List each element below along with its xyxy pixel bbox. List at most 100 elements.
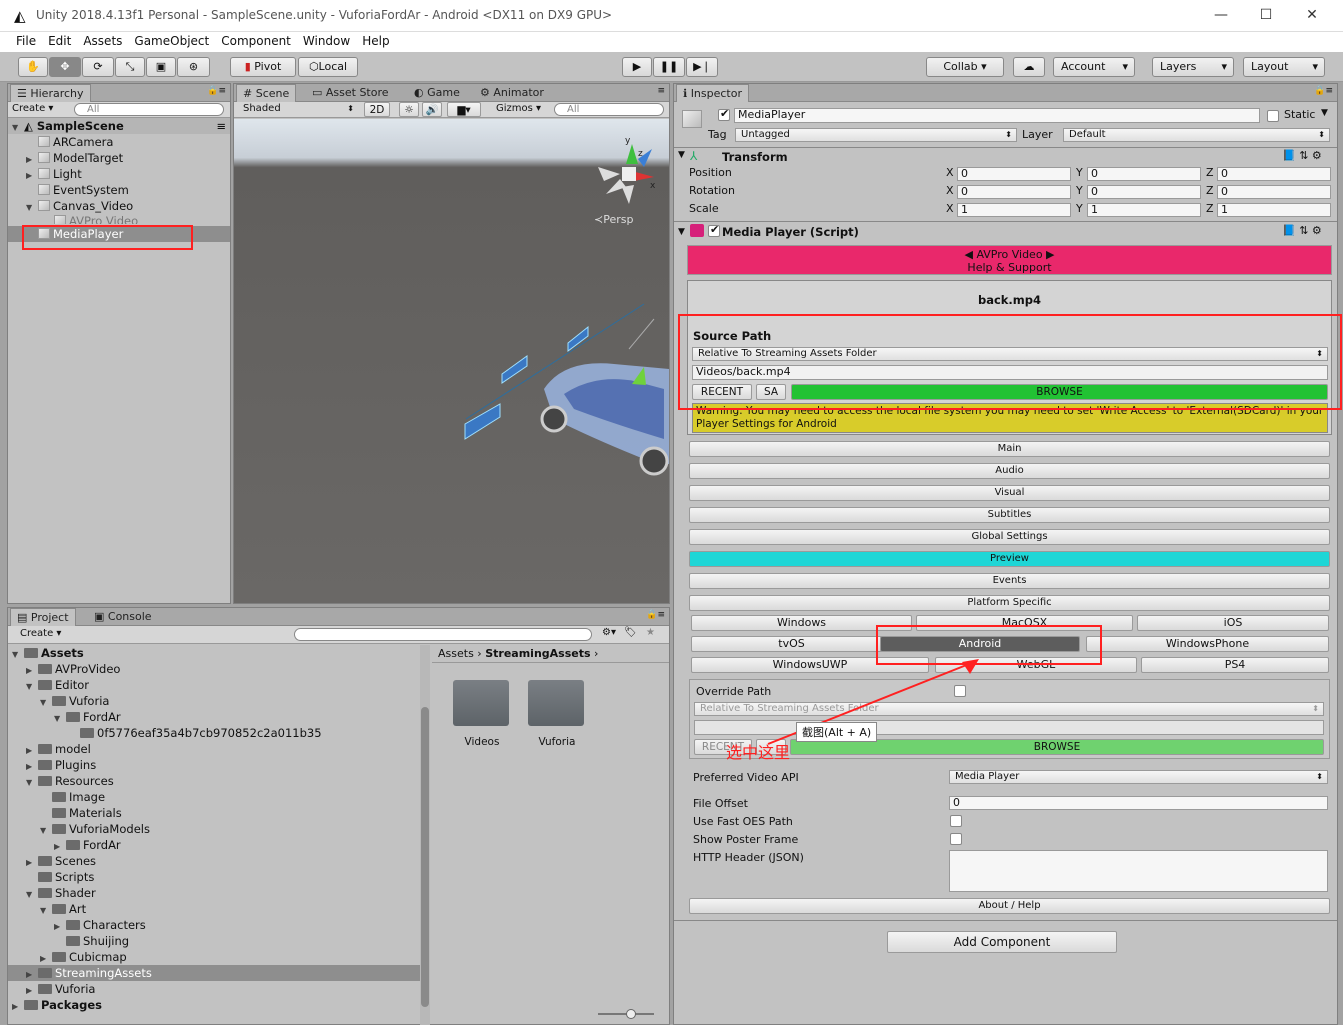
expand-icon[interactable]: ▼	[40, 695, 52, 711]
expand-icon[interactable]: ▼	[678, 150, 685, 160]
scene-viewport[interactable]: y z x ≺Persp	[234, 119, 669, 603]
script-enabled-checkbox[interactable]: ✔	[708, 223, 720, 237]
expand-icon[interactable]: ▼	[40, 903, 52, 919]
project-tree-item[interactable]: ▶ FordAr	[8, 837, 420, 853]
file-offset-input[interactable]: 0	[949, 796, 1328, 810]
transform-rotation-z-input[interactable]: 0	[1217, 185, 1331, 199]
audio-toggle-icon[interactable]: 🔊	[422, 102, 442, 117]
transform-position-x-input[interactable]: 0	[957, 167, 1071, 181]
tag-dropdown[interactable]: Untagged	[735, 128, 1017, 142]
lock-icon[interactable]: 🔒≡	[207, 86, 226, 96]
breadcrumb-assets[interactable]: Assets	[438, 647, 474, 660]
scene-search-input[interactable]: All	[554, 103, 664, 116]
folder-tile[interactable]: Vuforia	[528, 680, 586, 748]
project-tree-item[interactable]: ▼ Editor	[8, 677, 420, 693]
account-dropdown[interactable]: Account ▾	[1053, 57, 1135, 77]
about-help-button[interactable]: About / Help	[689, 898, 1330, 914]
project-tree-item[interactable]: ▶ Packages	[8, 997, 420, 1013]
hierarchy-item[interactable]: ▶ Light	[8, 166, 230, 182]
project-tree-item[interactable]: Scripts	[8, 869, 420, 885]
move-tool-icon[interactable]: ✥	[49, 57, 81, 77]
minimize-button[interactable]: —	[1199, 4, 1243, 28]
filter-type-icon[interactable]: ⚙▾	[602, 627, 616, 638]
step-button[interactable]: ▶❘	[686, 57, 718, 77]
filter-label-icon[interactable]: 🏷	[624, 627, 637, 638]
tab-console[interactable]: ▣ Console	[88, 608, 158, 626]
expand-icon[interactable]: ▼	[26, 775, 38, 791]
transform-position-y-input[interactable]: 0	[1087, 167, 1201, 181]
zoom-slider[interactable]	[598, 1009, 654, 1019]
expand-icon[interactable]: ▼	[54, 711, 66, 727]
scene-menu-icon[interactable]: ≡	[216, 118, 226, 134]
menu-edit[interactable]: Edit	[42, 32, 77, 50]
project-tree-item[interactable]: ▼ Vuforia	[8, 693, 420, 709]
expand-icon[interactable]: ▼	[40, 823, 52, 839]
gizmos-dropdown[interactable]: Gizmos ▾	[496, 103, 541, 114]
panel-menu-icon[interactable]: ≡	[657, 86, 665, 96]
section-subtitles-button[interactable]: Subtitles	[689, 507, 1330, 523]
fast-oes-checkbox[interactable]	[950, 815, 962, 827]
scale-tool-icon[interactable]: ⤡	[115, 57, 145, 77]
poster-frame-checkbox[interactable]	[950, 833, 962, 845]
favorite-star-icon[interactable]: ★	[646, 627, 655, 638]
transform-scale-x-input[interactable]: 1	[957, 203, 1071, 217]
project-tree-item[interactable]: ▼ FordAr	[8, 709, 420, 725]
project-tree-item[interactable]: 0f5776eaf35a4b7cb970852c2a011b35	[8, 725, 420, 741]
maximize-button[interactable]: ☐	[1244, 4, 1288, 28]
project-tree-item[interactable]: ▶ StreamingAssets	[8, 965, 420, 981]
tab-game[interactable]: ◐ Game	[408, 84, 466, 102]
pause-button[interactable]: ❚❚	[653, 57, 685, 77]
transform-scale-z-input[interactable]: 1	[1217, 203, 1331, 217]
project-tree-item[interactable]: ▶ model	[8, 741, 420, 757]
local-button[interactable]: ⬡Local	[298, 57, 358, 77]
component-icons[interactable]: 📘 ⇅ ⚙	[1282, 224, 1322, 237]
pivot-button[interactable]: ▮ Pivot	[230, 57, 296, 77]
collab-button[interactable]: Collab ▾	[926, 57, 1004, 77]
project-tree-item[interactable]: ▼ Art	[8, 901, 420, 917]
menu-window[interactable]: Window	[297, 32, 356, 50]
rotate-tool-icon[interactable]: ⟳	[82, 57, 114, 77]
project-tree-item[interactable]: ▶ AVProVideo	[8, 661, 420, 677]
project-tree-item[interactable]: ▶ Characters	[8, 917, 420, 933]
light-toggle-icon[interactable]: ☼	[399, 102, 419, 117]
transform-position-z-input[interactable]: 0	[1217, 167, 1331, 181]
scene-gizmo[interactable]	[598, 144, 654, 204]
section-preview-button[interactable]: Preview	[689, 551, 1330, 567]
project-search-input[interactable]	[294, 628, 592, 641]
expand-icon[interactable]: ▼	[26, 887, 38, 903]
close-button[interactable]: ✕	[1290, 4, 1334, 28]
layout-dropdown[interactable]: Layout ▾	[1243, 57, 1325, 77]
override-path-input[interactable]	[694, 720, 1324, 735]
rect-tool-icon[interactable]: ▣	[146, 57, 176, 77]
static-checkbox[interactable]	[1267, 110, 1279, 122]
transform-rotation-y-input[interactable]: 0	[1087, 185, 1201, 199]
tab-hierarchy[interactable]: ☰ Hierarchy	[10, 84, 91, 102]
breadcrumb-streamingassets[interactable]: StreamingAssets	[485, 647, 590, 660]
component-icons[interactable]: 📘 ⇅ ⚙	[1282, 149, 1322, 162]
expand-icon[interactable]: ▼	[12, 120, 24, 136]
section-global-settings-button[interactable]: Global Settings	[689, 529, 1330, 545]
expand-icon[interactable]: ▶	[26, 168, 38, 184]
perspective-label[interactable]: ≺Persp	[594, 213, 633, 226]
hierarchy-item[interactable]: ARCamera	[8, 134, 230, 150]
transform-scale-y-input[interactable]: 1	[1087, 203, 1201, 217]
section-main-button[interactable]: Main	[689, 441, 1330, 457]
chevron-down-icon[interactable]: ▼	[1321, 108, 1328, 118]
tab-asset-store[interactable]: ▭ Asset Store	[306, 84, 395, 102]
play-button[interactable]: ▶	[622, 57, 652, 77]
hierarchy-search-input[interactable]: All	[74, 103, 224, 116]
transform-rotation-x-input[interactable]: 0	[957, 185, 1071, 199]
object-name-input[interactable]: MediaPlayer	[734, 108, 1260, 123]
effects-toggle-icon[interactable]: ▆▾	[447, 102, 481, 117]
expand-icon[interactable]: ▼	[678, 227, 685, 237]
2d-toggle[interactable]: 2D	[364, 102, 390, 117]
lock-icon[interactable]: 🔒≡	[1314, 86, 1333, 96]
platform-tvos-button[interactable]: tvOS	[691, 636, 892, 652]
layer-dropdown[interactable]: Default	[1063, 128, 1330, 142]
project-tree-item[interactable]: ▶ Vuforia	[8, 981, 420, 997]
tab-animator[interactable]: ⚙ Animator	[474, 84, 550, 102]
project-tree-item[interactable]: ▶ Scenes	[8, 853, 420, 869]
expand-icon[interactable]: ▼	[12, 647, 24, 663]
menu-gameobject[interactable]: GameObject	[128, 32, 215, 50]
shading-dropdown[interactable]: Shaded	[238, 103, 358, 117]
